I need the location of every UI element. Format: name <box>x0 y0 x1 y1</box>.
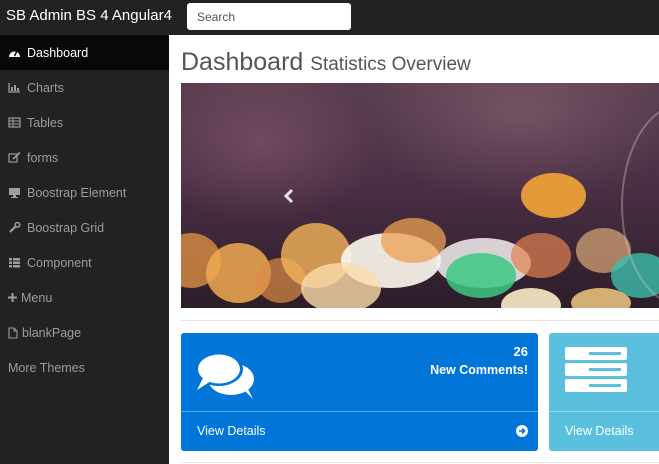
edit-icon <box>8 152 22 163</box>
arrow-circle-right-icon <box>516 424 528 442</box>
sidebar-item-forms[interactable]: forms <box>0 140 169 175</box>
sidebar-item-label: Boostrap Element <box>27 185 127 200</box>
sidebar-item-label: Boostrap Grid <box>27 220 105 235</box>
sidebar-item-label: blankPage <box>22 325 82 340</box>
sidebar-item-bootstrap-grid[interactable]: Boostrap Grid <box>0 210 169 245</box>
panel-footer[interactable]: View Details <box>181 411 538 451</box>
list-icon <box>8 257 22 268</box>
sidebar-item-tables[interactable]: Tables <box>0 105 169 140</box>
sidebar-item-more-themes[interactable]: More Themes <box>0 350 169 385</box>
sidebar-item-label: forms <box>27 150 59 165</box>
view-details-link[interactable]: View Details <box>565 424 634 438</box>
sidebar: Dashboard Charts Tables forms Boostrap E… <box>0 35 169 464</box>
sidebar-item-label: Menu <box>21 290 53 305</box>
desktop-icon <box>8 187 22 198</box>
sidebar-item-label: Dashboard <box>27 45 89 60</box>
wrench-icon <box>8 222 22 233</box>
plus-icon <box>8 293 17 302</box>
search-input[interactable] <box>187 3 351 30</box>
sidebar-item-bootstrap-element[interactable]: Boostrap Element <box>0 175 169 210</box>
view-details-link[interactable]: View Details <box>197 424 266 438</box>
tasks-panel: View Details <box>549 333 659 451</box>
sidebar-item-label: Tables <box>27 115 64 130</box>
comments-icon <box>195 351 259 406</box>
page-title-text: Dashboard <box>181 48 304 76</box>
bar-chart-icon <box>8 82 22 93</box>
divider <box>181 320 659 321</box>
top-navbar: SB Admin BS 4 Angular4 <box>0 0 659 35</box>
main-content: Dashboard Statistics Overview 26 New Com… <box>169 35 659 464</box>
comments-count: 26 <box>513 344 528 359</box>
sidebar-item-label: More Themes <box>8 360 85 375</box>
tasks-icon <box>565 347 627 398</box>
sidebar-item-charts[interactable]: Charts <box>0 70 169 105</box>
divider <box>181 462 659 463</box>
sidebar-item-label: Charts <box>27 80 64 95</box>
page-subtitle: Statistics Overview <box>310 54 471 75</box>
sidebar-item-dashboard[interactable]: Dashboard <box>0 35 169 70</box>
carousel-prev-arrow-icon[interactable] <box>281 184 297 208</box>
sidebar-item-menu[interactable]: Menu <box>0 280 169 315</box>
comments-label: New Comments! <box>430 363 528 377</box>
sidebar-item-label: Component <box>27 255 92 270</box>
image-carousel[interactable] <box>181 83 659 308</box>
comments-panel: 26 New Comments! View Details <box>181 333 538 451</box>
table-icon <box>8 117 22 128</box>
panel-footer[interactable]: View Details <box>549 411 659 451</box>
brand-link[interactable]: SB Admin BS 4 Angular4 <box>6 7 172 24</box>
dashboard-icon <box>8 47 22 58</box>
sidebar-item-blank-page[interactable]: blankPage <box>0 315 169 350</box>
file-icon <box>8 326 18 339</box>
page-title: Dashboard Statistics Overview <box>181 48 471 77</box>
sidebar-item-component[interactable]: Component <box>0 245 169 280</box>
